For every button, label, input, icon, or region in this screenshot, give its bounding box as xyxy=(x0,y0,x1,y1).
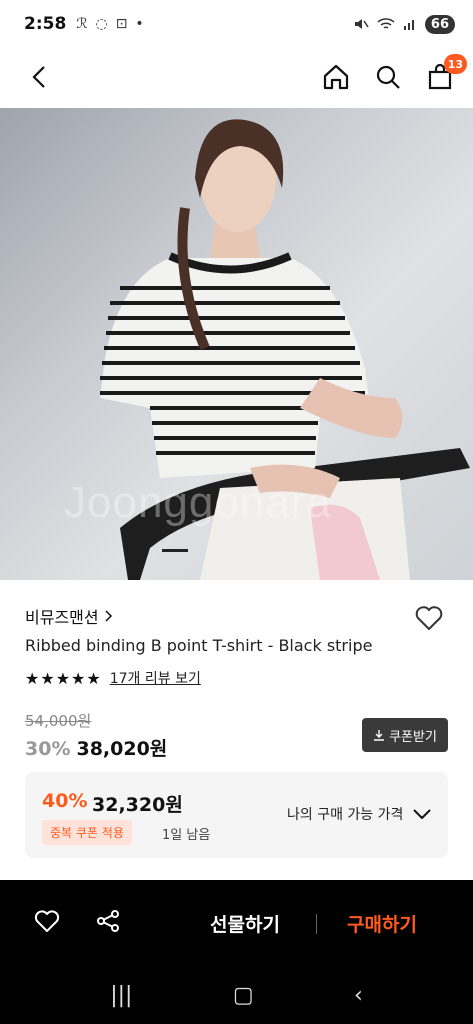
share-icon xyxy=(97,910,119,932)
chevron-right-icon xyxy=(105,610,112,622)
back-nav-button[interactable]: ‹ xyxy=(354,983,363,1008)
get-coupon-button[interactable]: 쿠폰받기 xyxy=(362,718,448,752)
home-button[interactable] xyxy=(321,62,351,92)
wifi-icon xyxy=(377,18,395,29)
watermark: Joonggonara xyxy=(64,478,332,527)
review-link[interactable]: 17개 리뷰 보기 xyxy=(110,668,201,688)
product-name: Ribbed binding B point T-shirt - Black s… xyxy=(25,636,373,655)
search-icon xyxy=(376,65,400,89)
carousel-indicator xyxy=(162,549,188,552)
top-nav: 13 xyxy=(0,48,473,106)
divider xyxy=(316,914,317,934)
buy-button[interactable]: 구매하기 xyxy=(347,910,417,937)
coupon-price-box[interactable]: 40% 32,320원 중복 쿠폰 적용 1일 남음 나의 구매 가능 가격 xyxy=(25,772,448,858)
cart-count-badge: 13 xyxy=(443,54,467,74)
discount-rate: 30% xyxy=(25,738,71,760)
bottom-action-bar: 선물하기 구매하기 xyxy=(0,880,473,966)
brand-name: 비뮤즈맨션 xyxy=(25,608,99,627)
brand-link[interactable]: 비뮤즈맨션 xyxy=(25,604,113,628)
wishlist-button[interactable] xyxy=(414,604,444,636)
app-notification-icon: ℛ xyxy=(76,16,88,32)
get-coupon-label: 쿠폰받기 xyxy=(389,729,437,745)
coupon-discount-rate: 40% xyxy=(42,790,88,812)
heart-icon xyxy=(34,910,60,932)
coupon-remaining: 1일 남음 xyxy=(162,828,211,843)
heart-icon xyxy=(415,606,443,630)
search-button[interactable] xyxy=(373,62,403,92)
status-bar: 2:58 ℛ ◌ ⊡ • 66 xyxy=(0,0,473,48)
dot-icon: • xyxy=(135,16,144,32)
original-price: 54,000원 xyxy=(25,712,92,730)
price-row: 30% 38,020원 xyxy=(25,734,167,761)
chevron-left-icon xyxy=(32,66,45,88)
my-price-label: 나의 구매 가능 가격 xyxy=(287,807,404,823)
home-nav-button[interactable]: ▢ xyxy=(233,983,254,1008)
notification-icons: ℛ ◌ ⊡ • xyxy=(76,16,143,32)
sale-price: 38,020원 xyxy=(76,738,168,760)
battery-indicator: 66 xyxy=(424,14,455,34)
share-button[interactable] xyxy=(96,909,120,937)
signal-icon xyxy=(403,20,414,30)
chevron-down-icon xyxy=(413,809,432,819)
gift-button[interactable]: 선물하기 xyxy=(210,910,280,937)
screenshot-icon: ⊡ xyxy=(115,16,128,32)
coupon-price: 32,320원 xyxy=(92,794,183,816)
system-nav-bar: ||| ▢ ‹ xyxy=(0,966,473,1024)
star-rating: ★★★★★ xyxy=(25,668,102,688)
status-time: 2:58 xyxy=(24,14,67,34)
back-button[interactable] xyxy=(24,62,54,92)
home-icon xyxy=(323,64,349,90)
product-image[interactable]: Joonggonara xyxy=(0,108,473,580)
ring-icon: ◌ xyxy=(95,16,108,32)
coupon-tag: 중복 쿠폰 적용 xyxy=(42,820,132,845)
my-price-toggle[interactable]: 나의 구매 가능 가격 xyxy=(287,804,432,824)
recent-apps-button[interactable]: ||| xyxy=(110,983,132,1008)
download-icon xyxy=(374,730,385,741)
cart-button[interactable]: 13 xyxy=(425,54,467,92)
rating-row: ★★★★★ 17개 리뷰 보기 xyxy=(25,668,201,688)
like-button[interactable] xyxy=(34,909,60,937)
mute-icon xyxy=(354,19,369,29)
